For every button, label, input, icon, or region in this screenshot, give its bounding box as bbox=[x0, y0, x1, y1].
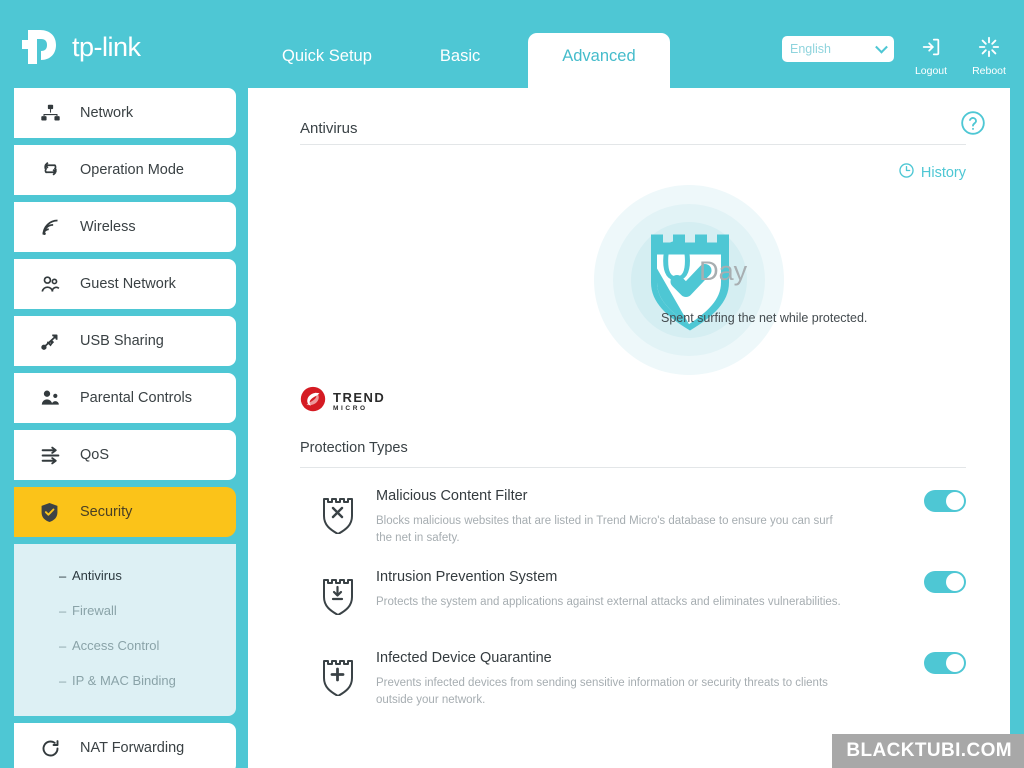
tp-link-logo: tp-link bbox=[20, 26, 141, 68]
language-select-value: English bbox=[790, 42, 831, 56]
sidebar-item-label: Security bbox=[80, 504, 133, 520]
shield-download-icon bbox=[300, 569, 376, 615]
bullet-dash: – bbox=[59, 673, 67, 688]
protection-row-infected-device-quarantine: Infected Device Quarantine Prevents infe… bbox=[300, 650, 966, 708]
toggle-intrusion-prevention-system[interactable] bbox=[924, 571, 966, 593]
protected-days-unit: Day bbox=[699, 256, 748, 286]
protection-item-description: Protects the system and applications aga… bbox=[376, 596, 841, 608]
language-select[interactable]: English bbox=[782, 36, 894, 62]
sidebar-item-usb-sharing[interactable]: USB Sharing bbox=[14, 316, 236, 366]
nat-forwarding-icon bbox=[40, 738, 70, 759]
site-watermark: BLACKTUBI.COM bbox=[832, 734, 1024, 768]
sidebar-subitem-label: Antivirus bbox=[72, 568, 122, 583]
sidebar-item-operation-mode[interactable]: Operation Mode bbox=[14, 145, 236, 195]
toggle-knob bbox=[946, 573, 964, 591]
sidebar-subitem-label: Access Control bbox=[72, 638, 160, 653]
router-admin-page: tp-link Quick Setup Basic Advanced Engli… bbox=[0, 0, 1024, 768]
bullet-dash: – bbox=[59, 638, 67, 653]
sidebar-item-nat-forwarding[interactable]: NAT Forwarding bbox=[14, 723, 236, 768]
sidebar-item-label: Guest Network bbox=[80, 276, 176, 292]
qos-icon bbox=[40, 445, 70, 466]
history-link[interactable]: History bbox=[898, 162, 966, 183]
sidebar-item-wireless[interactable]: Wireless bbox=[14, 202, 236, 252]
network-icon bbox=[40, 103, 70, 124]
logout-button[interactable]: Logout bbox=[910, 36, 952, 77]
trend-micro-name-line2: MICRO bbox=[333, 404, 368, 412]
title-divider bbox=[300, 144, 966, 145]
protection-item-name: Intrusion Prevention System bbox=[376, 569, 558, 585]
protection-item-name: Malicious Content Filter bbox=[376, 488, 528, 504]
reboot-button[interactable]: Reboot bbox=[968, 36, 1010, 77]
sidebar-subitem-antivirus[interactable]: – Antivirus bbox=[14, 558, 236, 593]
history-label: History bbox=[920, 164, 966, 181]
sidebar-item-qos[interactable]: QoS bbox=[14, 430, 236, 480]
trend-micro-logo: TREND MICRO bbox=[300, 386, 385, 417]
sidebar-item-label: Network bbox=[80, 105, 134, 121]
sidebar-item-security[interactable]: Security bbox=[14, 487, 236, 537]
guest-network-icon bbox=[40, 274, 70, 295]
sidebar-item-label: Parental Controls bbox=[80, 390, 193, 406]
usb-sharing-icon bbox=[40, 331, 70, 352]
shield-x-icon bbox=[300, 488, 376, 534]
sidebar-item-label: NAT Forwarding bbox=[80, 740, 185, 756]
page-header: tp-link Quick Setup Basic Advanced Engli… bbox=[0, 0, 1024, 88]
tab-advanced[interactable]: Advanced bbox=[528, 33, 670, 88]
help-circle-icon[interactable] bbox=[960, 110, 986, 141]
sidebar-subitem-firewall[interactable]: – Firewall bbox=[14, 593, 236, 628]
parental-controls-icon bbox=[40, 388, 70, 409]
sidebar-item-guest-network[interactable]: Guest Network bbox=[14, 259, 236, 309]
sidebar-item-label: QoS bbox=[80, 447, 110, 463]
bullet-dash: – bbox=[59, 568, 67, 583]
protected-days-caption: Spent surfing the net while protected. bbox=[661, 311, 868, 325]
protected-days-counter: 0 Day bbox=[661, 233, 747, 289]
bullet-dash: – bbox=[59, 603, 67, 618]
sidebar-item-label: USB Sharing bbox=[80, 333, 164, 349]
header-controls: English Logout Reboot bbox=[782, 36, 1010, 77]
sidebar-nav: Network Operation Mode Wireless Guest Ne… bbox=[14, 88, 236, 768]
operation-mode-icon bbox=[40, 160, 70, 181]
tab-basic[interactable]: Basic bbox=[440, 47, 480, 88]
logout-icon bbox=[920, 36, 942, 63]
tp-link-mark-icon bbox=[20, 26, 64, 68]
toggle-knob bbox=[946, 492, 964, 510]
protection-types-title: Protection Types bbox=[300, 440, 408, 456]
page-title: Antivirus bbox=[300, 120, 358, 137]
protection-item-description: Prevents infected devices from sending s… bbox=[376, 677, 828, 706]
security-shield-icon bbox=[40, 502, 70, 523]
sidebar-subitem-label: IP & MAC Binding bbox=[72, 673, 176, 688]
protection-types-divider bbox=[300, 467, 966, 468]
sidebar-item-network[interactable]: Network bbox=[14, 88, 236, 138]
chevron-down-icon bbox=[875, 40, 888, 54]
tab-quick-setup[interactable]: Quick Setup bbox=[282, 47, 372, 88]
trend-micro-name-line1: TREND bbox=[333, 389, 386, 405]
logout-label: Logout bbox=[914, 65, 948, 77]
sidebar-item-label: Wireless bbox=[80, 219, 136, 235]
main-content: Antivirus History 0 Day Spent surfing th… bbox=[248, 88, 1010, 768]
wireless-icon bbox=[40, 217, 70, 238]
protection-item-description: Blocks malicious websites that are liste… bbox=[376, 515, 833, 544]
shield-plus-icon bbox=[300, 650, 376, 696]
sidebar-subitem-ip-mac-binding[interactable]: – IP & MAC Binding bbox=[14, 663, 236, 698]
protection-row-intrusion-prevention-system: Intrusion Prevention System Protects the… bbox=[300, 569, 966, 615]
toggle-infected-device-quarantine[interactable] bbox=[924, 652, 966, 674]
security-submenu: – Antivirus – Firewall – Access Control … bbox=[14, 544, 236, 716]
main-tabs: Quick Setup Basic Advanced bbox=[248, 0, 684, 88]
sidebar-subitem-label: Firewall bbox=[72, 603, 117, 618]
toggle-malicious-content-filter[interactable] bbox=[924, 490, 966, 512]
tp-link-wordmark: tp-link bbox=[72, 31, 141, 62]
reboot-icon bbox=[978, 36, 1000, 63]
toggle-knob bbox=[946, 654, 964, 672]
sidebar-item-label: Operation Mode bbox=[80, 162, 184, 178]
reboot-label: Reboot bbox=[972, 65, 1006, 77]
sidebar-subitem-access-control[interactable]: – Access Control bbox=[14, 628, 236, 663]
protection-row-malicious-content-filter: Malicious Content Filter Blocks maliciou… bbox=[300, 488, 966, 546]
sidebar-item-parental-controls[interactable]: Parental Controls bbox=[14, 373, 236, 423]
protection-item-name: Infected Device Quarantine bbox=[376, 650, 552, 666]
trend-micro-logo-icon bbox=[300, 386, 326, 417]
clock-icon bbox=[898, 162, 915, 183]
protected-days-value: 0 bbox=[661, 229, 693, 292]
